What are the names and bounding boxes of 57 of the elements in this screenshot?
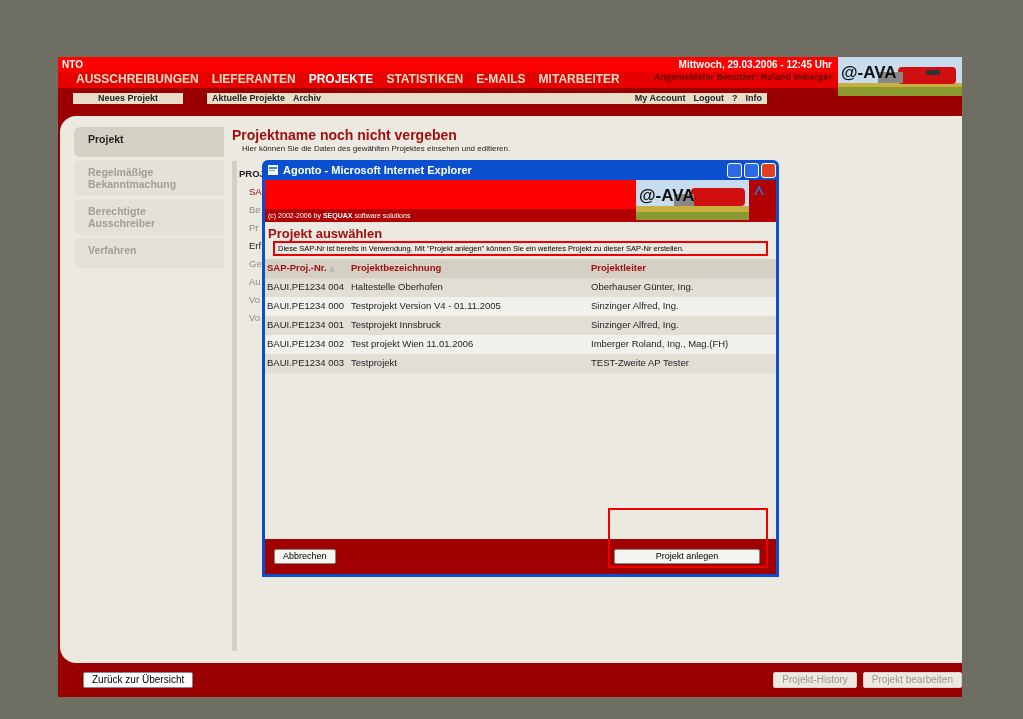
logo-icon [753, 184, 765, 196]
field-label: SA [249, 185, 262, 199]
table-cell: Testprojekt [351, 357, 397, 369]
column-header[interactable]: SAP-Proj.-Nr. [267, 261, 327, 276]
nav-link[interactable]: Info [745, 92, 762, 104]
nav-tab[interactable]: STATISTIKEN [386, 72, 464, 88]
logo: @-AVA [636, 180, 749, 220]
table-cell: Sinzinger Alfred, Ing. [591, 319, 679, 331]
nav-link[interactable]: ? [732, 92, 738, 104]
field-label: Pr [249, 221, 259, 235]
field-label: Be [249, 203, 261, 217]
nav-link[interactable]: Aktuelle Projekte [212, 92, 286, 104]
close-button[interactable] [761, 162, 776, 178]
nav-tab[interactable]: E-MAILS [476, 72, 526, 88]
browser-icon [267, 164, 279, 176]
table-cell: BAUI.PE1234 001 [267, 318, 345, 333]
sort-icon [328, 265, 335, 272]
field-label: Au [249, 275, 261, 289]
table-cell: Sinzinger Alfred, Ing. [591, 300, 679, 312]
table-cell: Haltestelle Oberhofen [351, 281, 443, 293]
field-label: Erf [249, 239, 262, 253]
field-label: Vo [249, 293, 261, 307]
table-cell: Imberger Roland, Ing., Mag.(FH) [591, 338, 729, 350]
table-cell: BAUI.PE1234 003 [267, 356, 345, 371]
date-time: Mittwoch, 29.03.2006 - 12:45 Uhr [677, 59, 832, 71]
window-title: Agonto - Microsoft Internet Explorer [283, 162, 472, 178]
column-header[interactable]: Projektleiter [591, 262, 646, 274]
page-title: Projektname noch nicht vergeben [232, 127, 458, 143]
nav-tab[interactable]: AUSSCHREIBUNGEN [76, 72, 199, 88]
field-label: Vo [249, 311, 261, 325]
field-label: Ge [249, 257, 262, 271]
dialog-heading: Projekt auswählen [267, 225, 384, 241]
table-cell: Oberhauser Günter, Ing. [591, 281, 694, 293]
nav-tab[interactable]: MITARBEITER [538, 72, 620, 88]
user-info: Angemeldeter Benutzer: Roland Imberger [653, 71, 832, 83]
table-cell: TEST-Zweite AP Tester [591, 357, 689, 369]
table-cell: BAUI.PE1234 004 [267, 280, 345, 295]
create-button[interactable]: Projekt anlegen [614, 549, 760, 564]
footer-button[interactable]: Zurück zur Übersicht [83, 672, 194, 688]
table-cell: Test projekt Wien 11.01.2006 [351, 338, 474, 350]
table-cell: BAUI.PE1234 002 [267, 337, 345, 352]
nav-link[interactable]: My Account [634, 92, 686, 104]
nav-link[interactable]: Archiv [293, 92, 322, 104]
page-subtitle: Hier können Sie die Daten des gewählten Projektes einsehen und editieren. [241, 143, 512, 155]
new-project-link[interactable]: Neues Projekt [73, 92, 183, 104]
column-header[interactable]: Projektbezeichnung [351, 262, 442, 274]
table-cell: Testprojekt Innsbruck [351, 319, 441, 331]
nav-tab[interactable]: PROJEKTE [308, 72, 374, 88]
maximize-button[interactable] [744, 162, 759, 178]
cancel-button[interactable]: Abbrechen [274, 549, 336, 564]
logo: @-AVA [838, 57, 962, 96]
table-cell: BAUI.PE1234 000 [267, 299, 345, 314]
sidebar-tab[interactable]: Projekt [74, 127, 224, 157]
minimize-button[interactable] [727, 162, 742, 178]
nav-tab[interactable]: LIEFERANTEN [211, 72, 296, 88]
nav-link[interactable]: Logout [693, 92, 724, 104]
table-cell: Testprojekt Version V4 - 01.11.2005 [351, 300, 501, 312]
